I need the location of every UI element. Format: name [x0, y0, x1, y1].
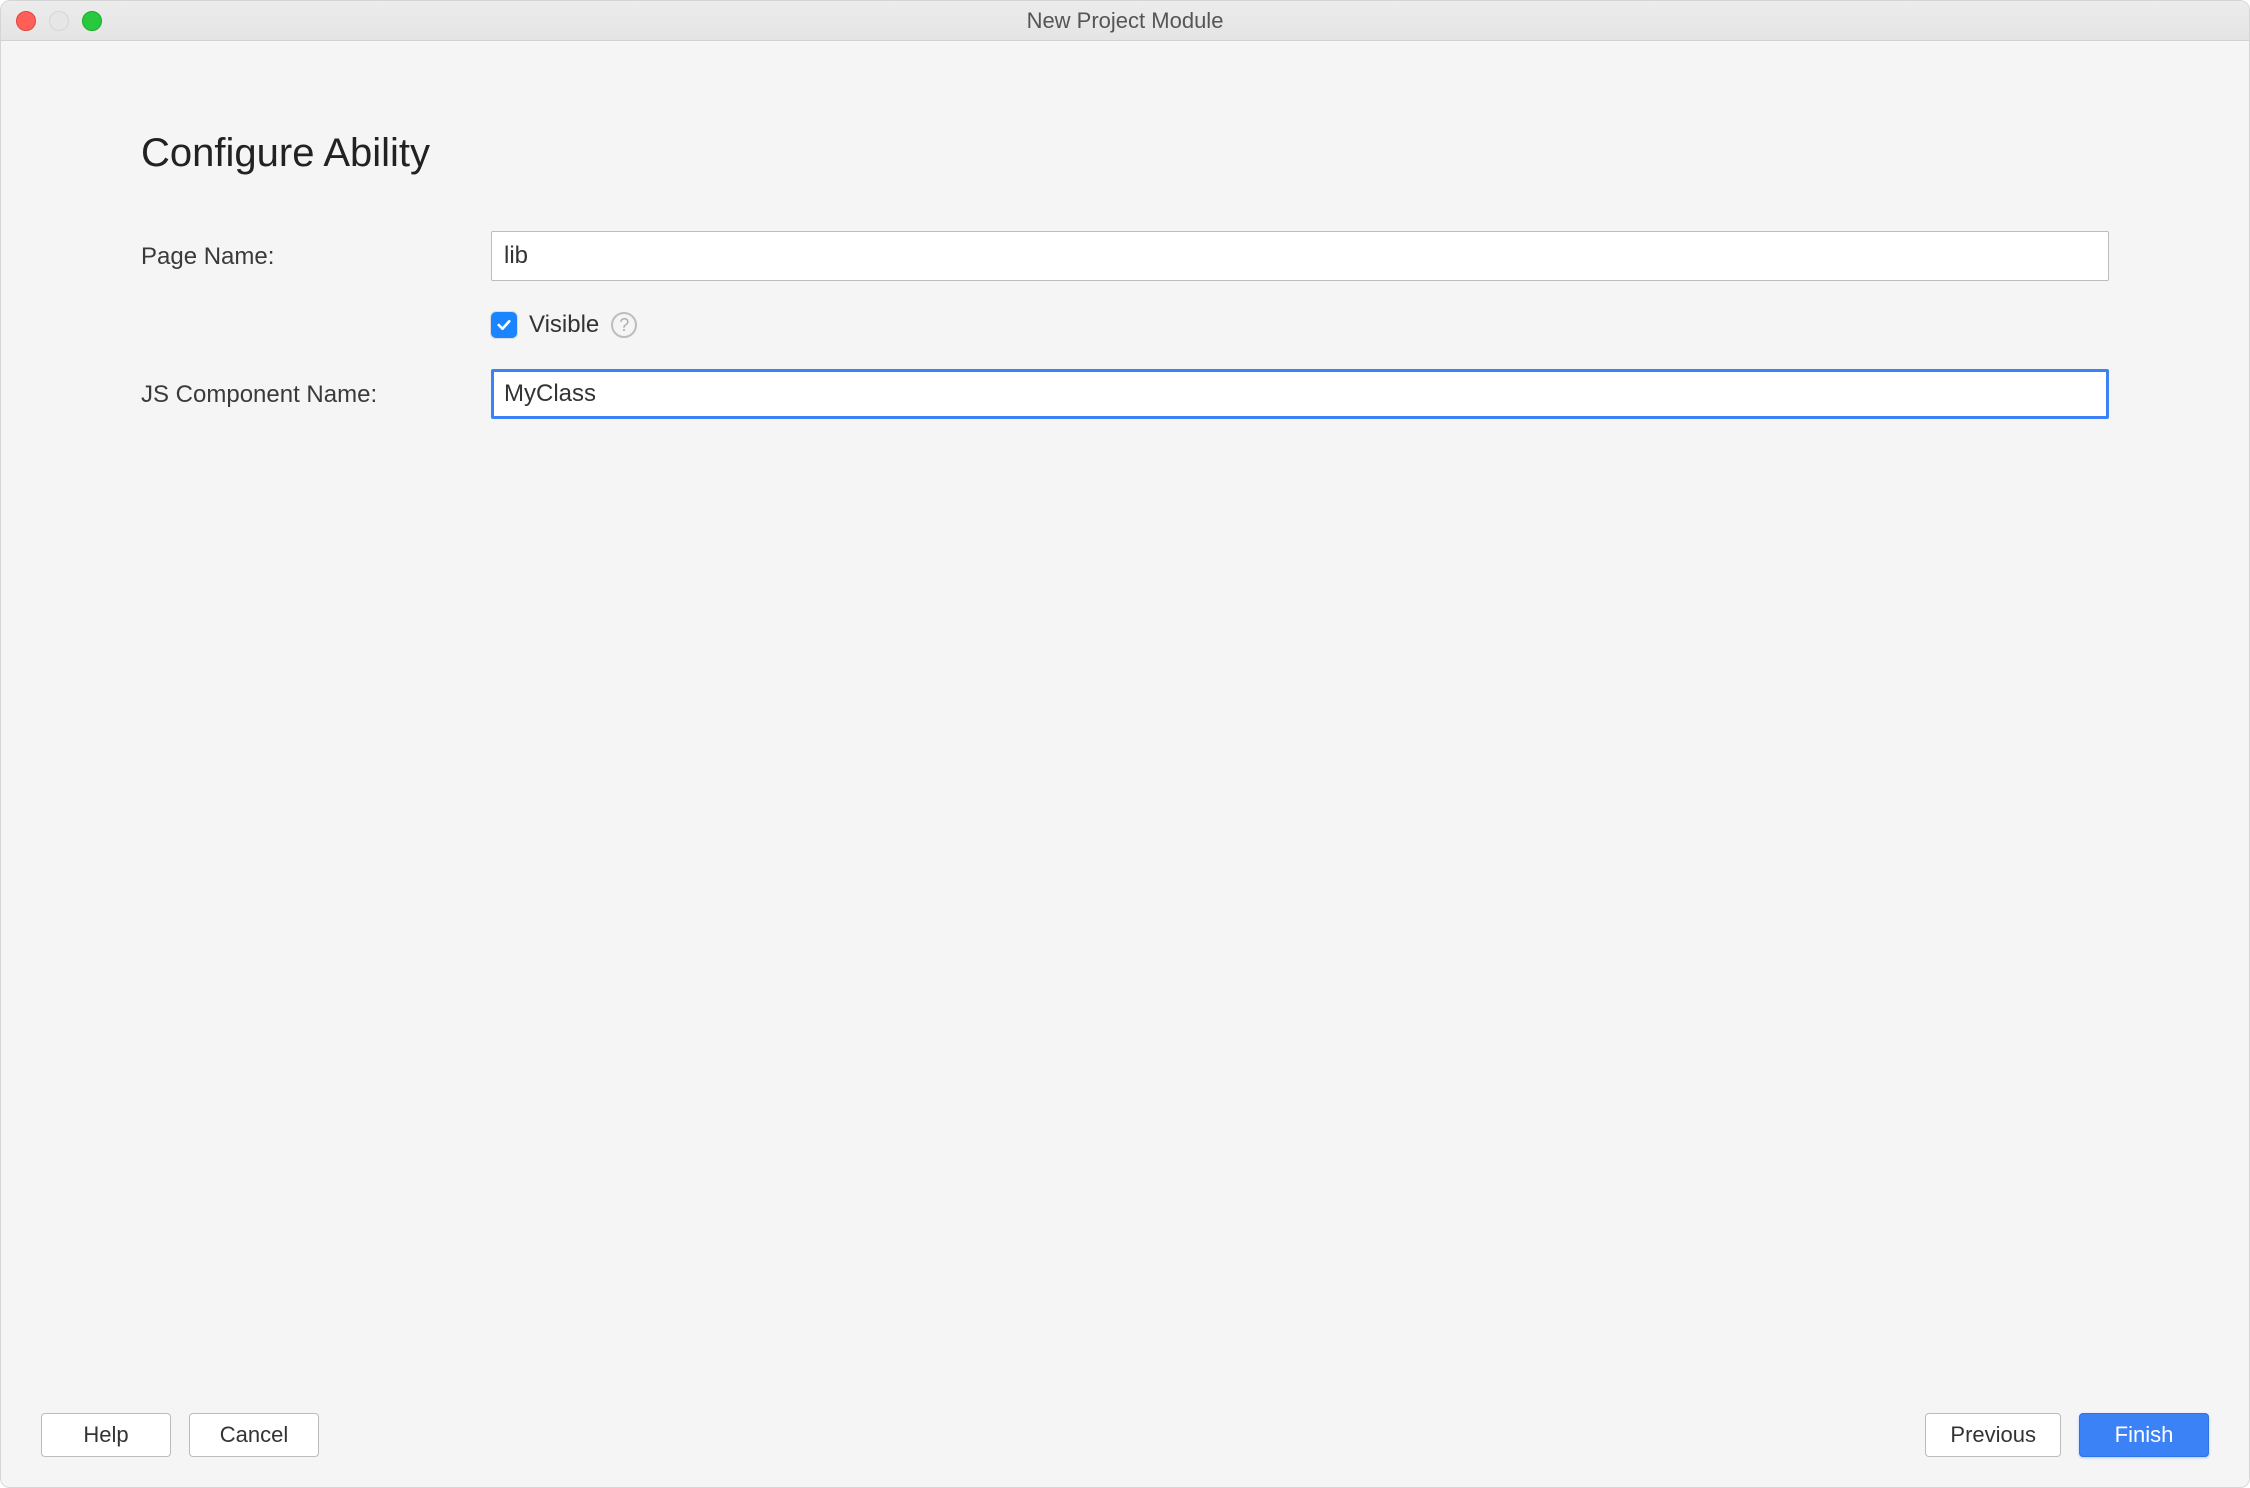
help-button[interactable]: Help [41, 1413, 171, 1457]
help-icon[interactable]: ? [611, 312, 637, 338]
row-js-component-name: JS Component Name: [141, 369, 2109, 419]
js-component-name-input[interactable] [491, 369, 2109, 419]
finish-button[interactable]: Finish [2079, 1413, 2209, 1457]
empty-label [141, 324, 491, 326]
traffic-lights [16, 11, 102, 31]
visible-checkbox[interactable] [491, 312, 517, 338]
cancel-button[interactable]: Cancel [189, 1413, 319, 1457]
check-icon [495, 316, 513, 334]
row-page-name: Page Name: [141, 231, 2109, 281]
window-title: New Project Module [1027, 8, 1224, 34]
page-heading: Configure Ability [141, 131, 2109, 176]
previous-button[interactable]: Previous [1925, 1413, 2061, 1457]
visible-label: Visible [529, 311, 599, 339]
page-name-label: Page Name: [141, 241, 491, 271]
row-visible: Visible ? [141, 311, 2109, 339]
dialog-window: New Project Module Configure Ability Pag… [0, 0, 2250, 1488]
zoom-window-button[interactable] [82, 11, 102, 31]
close-window-button[interactable] [16, 11, 36, 31]
footer: Help Cancel Previous Finish [1, 1395, 2249, 1487]
page-name-input[interactable] [491, 231, 2109, 281]
js-component-name-label: JS Component Name: [141, 379, 491, 409]
titlebar: New Project Module [1, 1, 2249, 41]
content-area: Configure Ability Page Name: Visible ? [1, 41, 2249, 1395]
minimize-window-button[interactable] [49, 11, 69, 31]
